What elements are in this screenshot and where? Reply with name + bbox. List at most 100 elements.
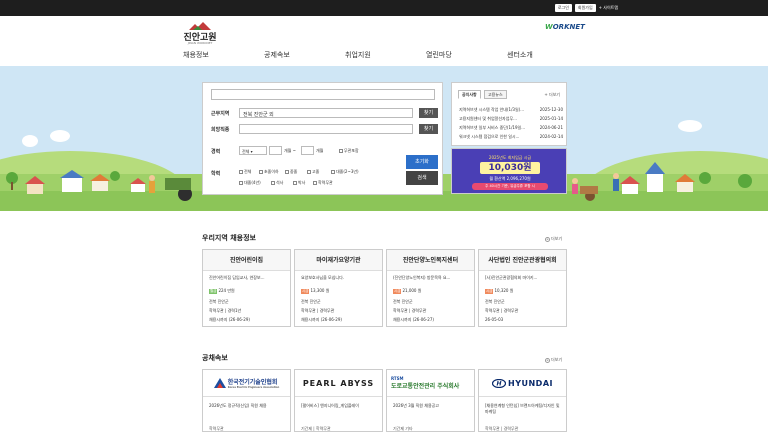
site-logo[interactable]: 진안고원 JINAN WORKNET — [183, 22, 217, 48]
worknet-logo[interactable]: WORKNET — [545, 23, 585, 31]
banner-line1: 2025년도 최저임금 시급 — [488, 155, 532, 160]
career-select[interactable]: 전체 ▾ — [239, 146, 267, 155]
company-logo-text: 한국전기기술인협회 Korea Electric Engineers Assoc… — [228, 377, 280, 389]
checkbox-icon — [293, 181, 297, 185]
career-to-unit: 개월 — [316, 148, 323, 154]
checkbox-icon — [239, 181, 243, 185]
gongche-section-title: 공채속보 — [202, 354, 228, 362]
notice-row[interactable]: 지역허브넷 시스템 작업 안내(1/3일)... 2025-12-30 — [459, 107, 563, 113]
edu-option-label: 중졸 — [290, 169, 298, 174]
notice-row[interactable]: 워크넷 시스템 점검으로 인한 일시... 2024-02-14 — [459, 134, 563, 140]
edu-option[interactable]: 대졸(4년) — [239, 180, 261, 186]
jobs-more-link[interactable]: + 더보기 — [545, 236, 562, 242]
notice-date: 2025-12-30 — [539, 107, 563, 112]
notice-title: 워크넷 시스템 점검으로 인한 일시... — [459, 134, 520, 139]
checkbox-icon — [239, 170, 243, 174]
edu-option-label: 전체 — [244, 169, 252, 174]
posting-conditions: 학력무관 | 경력무관 — [485, 426, 519, 431]
job-description: (진안단양노인복지) 방문목욕 요... — [393, 275, 451, 280]
job-card[interactable]: 사단법인 진안군관광협의회 [사)진안군관광협의회 마이키... 시급 10,32… — [478, 249, 567, 327]
gongche-card[interactable]: H HYUNDAI [채용연계형 인턴십] 브랜드아케팅/디자인 및 마케팅 학… — [478, 369, 567, 432]
job-card[interactable]: 진안단양노인복지센터 (진안단양노인복지) 방문목욕 요... 시급 21,000… — [386, 249, 475, 327]
job-conditions: 학력무관 | 경력무관 — [393, 308, 427, 313]
job-conditions: 학력무관 | 경력무관 — [485, 308, 519, 313]
job-pay: 월급 224 만원 — [209, 288, 287, 294]
career-from-input[interactable] — [269, 146, 282, 155]
job-conditions: 학력무관 | 경력1년 — [209, 308, 242, 313]
career-to-text: 개월 — [316, 148, 324, 153]
gongche-card[interactable]: 한국전기기술인협회 Korea Electric Engineers Assoc… — [202, 369, 291, 432]
notice-row[interactable]: 고용지원센터 및 취업알선자업무... 2025-01-14 — [459, 116, 563, 122]
pay-amount: 13,300 원 — [310, 288, 330, 293]
company-logo: H HYUNDAI — [479, 370, 566, 397]
company-logo: RTSM 도로교통안전관리 주식회사 — [387, 370, 474, 397]
posting-conditions: 기간제 | 학력무관 — [301, 426, 331, 431]
edu-option-label: 석사 — [276, 180, 284, 185]
pay-amount: 10,320 원 — [494, 288, 514, 293]
career-select-value: 전체 — [242, 149, 250, 154]
checkbox-icon — [307, 170, 311, 174]
keyword-input[interactable] — [211, 89, 435, 100]
logo-mountain-icon — [189, 22, 211, 30]
region-find-button[interactable]: 찾기 — [419, 108, 438, 118]
region-field[interactable]: 전북 진안군 외 — [239, 108, 413, 118]
tab-employment-news[interactable]: 고용뉴스 — [484, 90, 507, 99]
gongche-card[interactable]: RTSM 도로교통안전관리 주식회사 2026년 3월 직원 채용공고 기간제 … — [386, 369, 475, 432]
company-logo: PEARL ABYSS — [295, 370, 382, 397]
login-link[interactable]: 로그인 — [554, 4, 572, 12]
edu-option[interactable]: 석사 — [271, 180, 283, 186]
top-links: 로그인 회원가입 + 사이트맵 — [554, 4, 618, 12]
minimum-wage-banner[interactable]: 2025년도 최저임금 시급 10,030원 월 환산액 2,096,270원 … — [451, 148, 567, 194]
notice-date: 2024-02-14 — [539, 134, 563, 139]
job-find-button[interactable]: 찾기 — [419, 124, 438, 134]
edu-option[interactable]: 박사 — [293, 180, 305, 186]
plus-circle-icon: + — [545, 357, 550, 363]
posting-title: [채용연계형 인턴십] 브랜드아케팅/디자인 및 마케팅 — [485, 403, 560, 414]
checkbox-icon — [285, 170, 289, 174]
sitemap-link[interactable]: + 사이트맵 — [599, 5, 618, 11]
notice-more-link[interactable]: + 더보기 — [544, 92, 560, 98]
jobs-section-title: 우리지역 채용정보 — [202, 234, 256, 242]
search-button[interactable]: 검색 — [406, 171, 438, 185]
job-deadline: 채용시까지 (26-06-29) — [301, 317, 342, 322]
gongche-card[interactable]: PEARL ABYSS [펄어비스] 엔지니어링_게임플레이 기간제 | 학력무… — [294, 369, 383, 432]
career-none-checkbox[interactable]: 무관포함 — [339, 148, 359, 154]
join-link[interactable]: 회원가입 — [574, 4, 596, 12]
job-pay: 시급 13,300 원 — [301, 288, 379, 294]
edu-option[interactable]: 초졸이하 — [259, 169, 279, 175]
edu-option[interactable]: 전체 — [239, 169, 251, 175]
pay-amount: 21,000 원 — [402, 288, 422, 293]
nav-item-center[interactable]: 센터소개 — [507, 50, 588, 60]
edu-option[interactable]: 중졸 — [285, 169, 297, 175]
job-category-field[interactable] — [239, 124, 413, 134]
job-card[interactable]: 진안어린이집 진안어린이집 담임교사, 연장보... 월급 224 만원 전북 진… — [202, 249, 291, 327]
company-logo-name: 도로교통안전관리 주식회사 — [391, 383, 460, 390]
logo-subtitle: JINAN WORKNET — [187, 41, 213, 45]
edu-option[interactable]: 학력무관 — [313, 180, 333, 186]
nav-item-board[interactable]: 열린마당 — [426, 50, 507, 60]
nav-item-support[interactable]: 취업지원 — [345, 50, 426, 60]
posting-title: [펄어비스] 엔지니어링_게임플레이 — [301, 403, 359, 408]
edu-option[interactable]: 고졸 — [307, 169, 319, 175]
company-logo-subtitle: Korea Electric Engineers Association — [227, 386, 280, 389]
pay-type-badge: 시급 — [485, 289, 494, 294]
tab-notice[interactable]: 공지사항 — [458, 90, 481, 99]
notice-panel: 공지사항 고용뉴스 + 더보기 지역허브넷 시스템 작업 안내(1/3일)...… — [451, 82, 567, 146]
edu-option[interactable]: 대졸(2~3년) — [331, 169, 359, 175]
reset-button[interactable]: 초기화 — [406, 155, 438, 169]
posting-title: 2026년 3월 직원 채용공고 — [393, 403, 439, 408]
education-label: 학력 — [211, 171, 221, 177]
nav-item-gongche[interactable]: 공제속보 — [264, 50, 345, 60]
job-card[interactable]: 마이재가요양기관 요양보호사님을 모십니다. 시급 13,300 원 전북 진안군… — [294, 249, 383, 327]
svg-text:H: H — [496, 380, 501, 387]
worknet-prefix: W — [545, 23, 553, 31]
gongche-more-link[interactable]: + 더보기 — [545, 357, 562, 363]
nav-item-jobs[interactable]: 채용정보 — [183, 50, 264, 60]
hyundai-logo-icon: H — [492, 378, 506, 388]
pay-amount: 224 만원 — [218, 288, 235, 293]
career-to-input[interactable] — [301, 146, 314, 155]
notice-row[interactable]: 지역허브넷 일부 서비스 중단(1/19일... 2024-06-21 — [459, 125, 563, 131]
notice-title: 지역허브넷 시스템 작업 안내(1/3일)... — [459, 107, 525, 112]
more-text: 더보기 — [551, 236, 563, 241]
banner-amount: 10,030원 — [480, 162, 540, 174]
